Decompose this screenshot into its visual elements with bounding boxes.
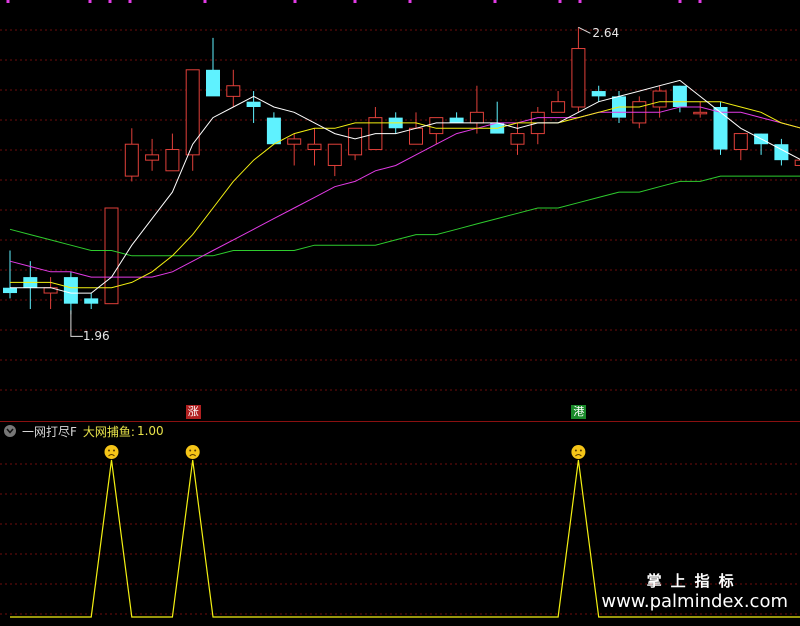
candle-body: [469, 111, 484, 124]
top-marker-dot: [678, 0, 682, 3]
ma5-line: [10, 79, 800, 294]
candle-body: [246, 101, 261, 107]
kline-chart: [0, 0, 800, 618]
face-eye: [113, 449, 115, 452]
candle-body: [429, 117, 444, 135]
ma20-line: [9, 106, 800, 278]
candle-body: [206, 69, 220, 97]
ma60-line: [9, 175, 800, 257]
candle-body: [449, 117, 464, 123]
top-marker-dot: [408, 0, 412, 3]
candle-body: [226, 85, 241, 97]
low-price-pointer: [70, 310, 83, 337]
face-eye: [189, 449, 192, 452]
face-eye: [194, 449, 197, 452]
candle-body: [713, 107, 728, 150]
candle-body: [571, 48, 586, 108]
candle-body: [63, 277, 78, 304]
indicator-header: 一网打尽F 大网捕鱼: 1.00: [0, 422, 164, 440]
top-marker-dot: [88, 0, 92, 3]
candle-body: [266, 117, 281, 145]
rise-tag: 涨: [185, 405, 201, 419]
candle-body: [672, 85, 687, 107]
watermark-cn: 掌上指标: [646, 572, 743, 590]
candle-body: [510, 133, 525, 145]
candle-body: [124, 143, 139, 177]
candle-body: [348, 127, 363, 156]
top-marker-dot: [108, 0, 112, 3]
chevron-down-icon[interactable]: [4, 425, 16, 437]
candle-body: [693, 111, 708, 115]
top-marker-dot: [578, 0, 582, 3]
face-eye: [579, 449, 582, 452]
sad-face-icon: [185, 445, 200, 459]
candle-body: [409, 127, 423, 145]
top-marker-dot: [203, 0, 207, 3]
hk-tag: 港: [571, 405, 587, 419]
sad-face-icon: [104, 445, 119, 459]
candle-body: [185, 69, 200, 156]
watermark-url: www.palmindex.com: [601, 591, 788, 612]
top-marker-dot: [128, 0, 132, 3]
high-price-label: 2.64: [592, 26, 620, 41]
top-marker-dot: [493, 0, 497, 3]
indicator-value: 1.00: [136, 424, 164, 438]
indicator-name[interactable]: 一网打尽F: [22, 423, 77, 440]
candle-body: [3, 287, 17, 294]
candle-body: [652, 90, 667, 108]
candle-body: [551, 101, 566, 113]
face-eye: [574, 449, 577, 452]
sad-face-icon: [571, 445, 586, 459]
top-marker-dot: [353, 0, 357, 3]
indicator-series-name: 大网捕鱼:: [82, 424, 135, 439]
top-marker-dot: [6, 0, 10, 3]
face-eye: [108, 449, 110, 452]
top-marker-dot: [558, 0, 562, 3]
candle-body: [287, 138, 302, 145]
candle-body: [145, 154, 160, 161]
ma10-line: [10, 101, 800, 289]
watermark: 掌上指标 www.palmindex.com: [601, 570, 788, 612]
candle-body: [794, 159, 800, 166]
top-marker-dot: [698, 0, 702, 3]
low-price-label: 1.96: [82, 329, 110, 344]
candle-body: [104, 207, 119, 305]
candle-body: [733, 133, 748, 151]
candle-body: [591, 91, 606, 97]
candle-body: [327, 143, 342, 166]
top-marker-dot: [293, 0, 297, 3]
candle-body: [307, 143, 322, 151]
candle-body: [84, 298, 99, 304]
candle-body: [165, 149, 180, 172]
